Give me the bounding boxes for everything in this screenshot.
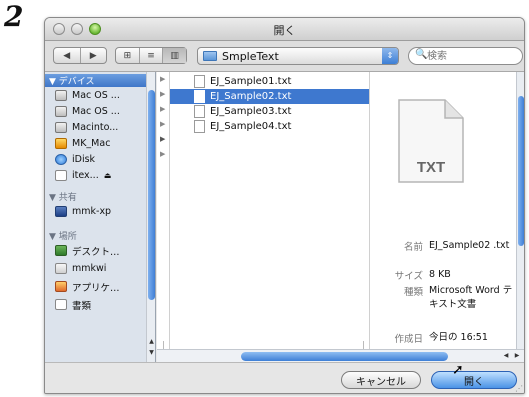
idisk-icon	[55, 154, 67, 165]
disclosure-icon: ▶	[160, 105, 166, 113]
sidebar-heading-shared[interactable]: ▼ 共有	[49, 190, 77, 203]
sidebar-item-idisk[interactable]: iDisk	[55, 152, 95, 167]
column-resizer[interactable]	[363, 341, 364, 349]
sidebar: ▼ デバイス Mac OS ... Mac OS ... Macinto... …	[45, 72, 156, 362]
title-bar: 開く	[45, 18, 524, 41]
location-label: SmpleText	[222, 50, 279, 63]
open-dialog: 開く ◀ ▶ ⊞ ≡ ▥ SmpleText ⇕ 🔍 ▼ デバイス Mac OS…	[44, 17, 525, 394]
chevron-updown-icon: ⇕	[382, 48, 398, 64]
disclosure-icon: ▶	[160, 150, 166, 158]
column-resizer[interactable]	[163, 341, 164, 349]
search-field[interactable]: 🔍	[408, 47, 523, 65]
list-view-icon[interactable]: ≡	[140, 48, 164, 63]
sidebar-item-device[interactable]: Mac OS ...	[55, 88, 120, 103]
view-switcher: ⊞ ≡ ▥	[115, 47, 187, 64]
pointer-cursor-icon: ➚	[452, 362, 464, 378]
sidebar-item-device[interactable]: Macinto...	[55, 120, 118, 135]
file-row[interactable]: EJ_Sample04.txt	[170, 119, 369, 134]
forward-icon[interactable]: ▶	[81, 48, 107, 63]
preview-row-name: 名前 EJ_Sample02 .txt	[403, 240, 510, 253]
sidebar-item-device[interactable]: Mac OS ...	[55, 104, 120, 119]
text-file-icon	[194, 105, 205, 118]
preview-row-kind: 種類 Microsoft Word テキスト文書	[403, 285, 513, 310]
search-icon: 🔍	[415, 49, 428, 60]
text-file-icon	[194, 75, 205, 88]
sidebar-item-device[interactable]: MK_Mac	[55, 136, 110, 151]
open-button[interactable]: 開く	[431, 371, 517, 389]
preview-scrollbar[interactable]	[516, 72, 524, 349]
mac-drive-icon	[55, 138, 67, 149]
preview-pane: TXT 名前 EJ_Sample02 .txt サイズ 8 KB 種類 Microso…	[370, 72, 516, 349]
disclosure-icon: ▶	[160, 90, 166, 98]
scroll-left-icon[interactable]: ◀	[501, 352, 511, 361]
folder-icon	[203, 51, 217, 61]
location-popup[interactable]: SmpleText ⇕	[197, 47, 399, 65]
text-document-icon: TXT	[398, 99, 464, 183]
sidebar-item-place[interactable]: 書類	[55, 297, 91, 312]
toolbar: ◀ ▶ ⊞ ≡ ▥ SmpleText ⇕ 🔍	[45, 41, 524, 72]
text-file-icon	[194, 120, 205, 133]
file-row[interactable]: EJ_Sample01.txt	[170, 74, 369, 89]
parent-column[interactable]: ▶ ▶ ▶ ▶ ▶ ▶	[157, 72, 170, 349]
sidebar-item-device[interactable]: itex... ⏏	[55, 168, 111, 183]
sidebar-heading-devices[interactable]: ▼ デバイス	[45, 74, 149, 87]
disclosure-icon: ▶	[160, 135, 166, 143]
scroll-right-icon[interactable]: ▶	[512, 352, 522, 361]
file-row[interactable]: EJ_Sample03.txt	[170, 104, 369, 119]
applications-icon	[55, 281, 67, 292]
horizontal-scroll-thumb[interactable]	[241, 352, 448, 361]
disclosure-icon: ▶	[160, 120, 166, 128]
scroll-down-icon[interactable]: ▼	[147, 349, 155, 359]
disclosure-icon: ▶	[160, 75, 166, 83]
preview-row-size: サイズ 8 KB	[394, 269, 451, 282]
hard-drive-icon	[55, 90, 67, 101]
search-input[interactable]	[427, 49, 517, 63]
sidebar-item-place[interactable]: mmkwi	[55, 261, 106, 276]
sidebar-item-place[interactable]: アプリケ…	[55, 279, 120, 294]
step-number: 2	[4, 0, 24, 33]
file-row-selected[interactable]: EJ_Sample02.txt	[170, 89, 369, 104]
disk-icon	[55, 170, 67, 181]
sidebar-scroll-thumb[interactable]	[148, 90, 155, 300]
file-type-label: TXT	[417, 159, 445, 176]
home-icon	[55, 263, 67, 274]
pc-icon	[55, 206, 67, 217]
column-view-icon[interactable]: ▥	[163, 48, 187, 63]
back-forward-control: ◀ ▶	[53, 47, 107, 64]
preview-scroll-thumb[interactable]	[518, 96, 524, 246]
preview-row-created: 作成日 今日の 16:51	[394, 332, 488, 345]
desktop-icon	[55, 245, 67, 256]
scroll-up-icon[interactable]: ▲	[147, 338, 155, 348]
resize-grip-icon[interactable]: ⋰	[515, 384, 523, 393]
documents-icon	[55, 299, 67, 310]
hard-drive-icon	[55, 122, 67, 133]
sidebar-item-shared[interactable]: mmk-xp	[55, 204, 111, 219]
text-file-icon	[194, 90, 205, 103]
sidebar-scrollbar[interactable]: ▲ ▼	[146, 72, 155, 362]
cancel-button[interactable]: キャンセル	[341, 371, 421, 389]
window-title: 開く	[273, 24, 296, 37]
horizontal-scrollbar[interactable]: ◀ ▶	[157, 349, 524, 363]
eject-icon[interactable]: ⏏	[104, 171, 112, 180]
sidebar-heading-places[interactable]: ▼ 場所	[49, 229, 77, 242]
sidebar-item-place[interactable]: デスクト…	[55, 243, 120, 258]
icon-view-icon[interactable]: ⊞	[116, 48, 140, 63]
hard-drive-icon	[55, 106, 67, 117]
file-column: EJ_Sample01.txt EJ_Sample02.txt EJ_Sampl…	[170, 72, 370, 349]
back-icon[interactable]: ◀	[54, 48, 81, 63]
